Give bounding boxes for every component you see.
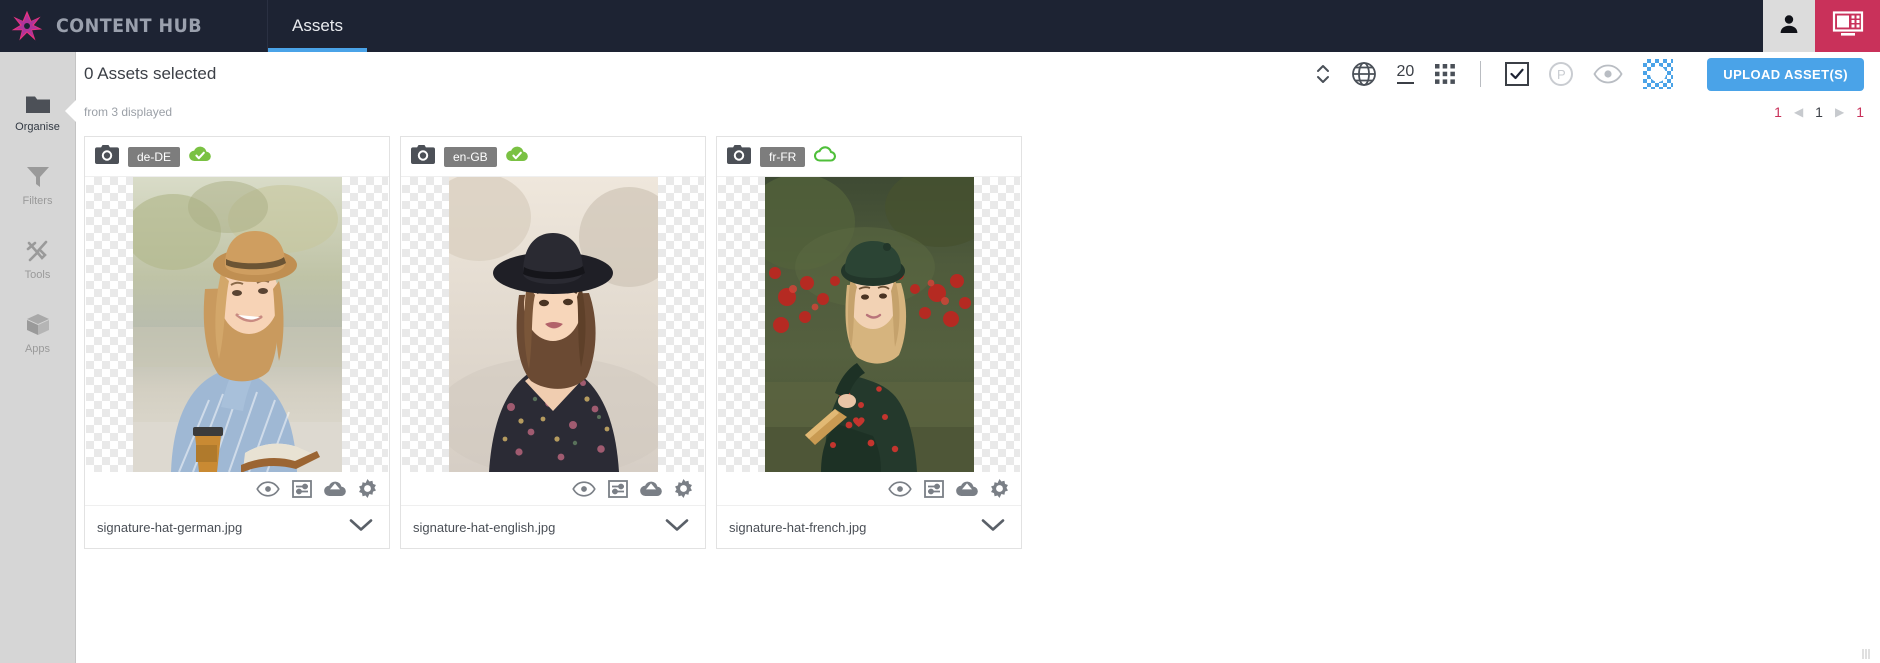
checkbox-checked-icon[interactable] xyxy=(1505,62,1530,86)
cube-box-icon xyxy=(25,311,51,337)
chevron-left-icon[interactable]: ◀ xyxy=(1794,105,1803,119)
eye-icon[interactable] xyxy=(1593,64,1623,84)
brand-area: CONTENT HUB xyxy=(0,0,268,52)
asset-file-name: signature-hat-french.jpg xyxy=(729,519,867,535)
tab-assets[interactable]: Assets xyxy=(268,0,368,52)
language-badge: en-GB xyxy=(444,146,497,167)
pagination-current: 1 xyxy=(1815,104,1823,120)
grid-view-icon[interactable] xyxy=(1434,63,1456,85)
asset-card[interactable]: fr-FR signature-hat-french.jpg xyxy=(716,136,1022,549)
sidebar-item-organise-label: Organise xyxy=(15,121,60,133)
language-badge: fr-FR xyxy=(760,146,806,167)
tab-assets-label: Assets xyxy=(292,16,344,35)
metadata-panel-icon[interactable] xyxy=(924,479,944,498)
asset-thumbnail-image xyxy=(764,177,974,472)
asset-thumbnail-image xyxy=(448,177,658,472)
eye-icon[interactable] xyxy=(888,480,912,497)
asset-thumbnail-image xyxy=(132,177,342,472)
eye-icon[interactable] xyxy=(256,480,280,497)
asset-card-tools xyxy=(717,472,1021,506)
tab-strip: Assets xyxy=(268,0,368,52)
cloud-upload-icon[interactable] xyxy=(956,480,978,497)
asset-card-tools xyxy=(85,472,389,506)
dashboard-button[interactable] xyxy=(1815,0,1880,52)
asset-card-footer: signature-hat-german.jpg xyxy=(85,506,389,548)
globe-icon[interactable] xyxy=(1351,61,1377,87)
asset-thumbnail-area xyxy=(718,177,1020,472)
asset-card-header: en-GB xyxy=(401,137,705,177)
sidebar-item-organise[interactable]: Organise xyxy=(0,74,75,148)
cloud-upload-icon[interactable] xyxy=(324,480,346,497)
folder-icon xyxy=(25,89,51,115)
camera-icon xyxy=(411,144,435,169)
asset-file-name: signature-hat-german.jpg xyxy=(97,519,243,535)
assets-subbar: from 3 displayed 1 ◀ 1 ▶ 1 xyxy=(76,96,1880,128)
user-avatar-button[interactable] xyxy=(1763,0,1815,52)
displayed-count-label: from 3 displayed xyxy=(84,105,173,119)
resize-handle[interactable] xyxy=(1862,649,1874,659)
camera-icon xyxy=(727,144,751,169)
sidebar-item-filters-label: Filters xyxy=(22,195,53,207)
eye-icon[interactable] xyxy=(572,480,596,497)
cloud-check-icon xyxy=(189,146,211,167)
transparency-checker-icon[interactable] xyxy=(1643,59,1674,89)
cloud-upload-icon[interactable] xyxy=(640,480,662,497)
asset-card-footer: signature-hat-french.jpg xyxy=(717,506,1021,548)
gear-icon[interactable] xyxy=(674,479,693,498)
user-avatar-icon xyxy=(1777,12,1801,41)
sort-updown-icon[interactable] xyxy=(1315,61,1331,87)
left-sidebar: Organise Filters Tools Apps xyxy=(0,52,76,663)
metadata-panel-icon[interactable] xyxy=(608,479,628,498)
toolbar-divider xyxy=(1480,61,1482,87)
sidebar-item-apps[interactable]: Apps xyxy=(0,296,75,370)
asset-card-footer: signature-hat-english.jpg xyxy=(401,506,705,548)
sidebar-item-tools[interactable]: Tools xyxy=(0,222,75,296)
asset-file-name: signature-hat-english.jpg xyxy=(413,519,556,535)
funnel-icon xyxy=(25,163,51,189)
cloud-outline-icon xyxy=(814,146,837,167)
asset-card-header: fr-FR xyxy=(717,137,1021,177)
asset-card[interactable]: de-DE signature-hat-german.jpg xyxy=(84,136,390,549)
pagination-last[interactable]: 1 xyxy=(1856,104,1864,120)
asset-thumbnail-area xyxy=(86,177,388,472)
sidebar-item-filters[interactable]: Filters xyxy=(0,148,75,222)
starburst-logo-icon xyxy=(10,9,44,43)
gear-icon[interactable] xyxy=(358,479,377,498)
chevron-down-icon[interactable] xyxy=(981,518,1005,537)
page-size-selector[interactable]: 20 xyxy=(1396,63,1415,84)
assets-toolbar: 0 Assets selected 20 P UPLOAD ASSET(S) xyxy=(76,52,1880,96)
p-circle-icon[interactable]: P xyxy=(1549,62,1574,86)
chevron-right-icon[interactable]: ▶ xyxy=(1835,105,1844,119)
camera-icon xyxy=(95,144,119,169)
main-content: 0 Assets selected 20 P UPLOAD ASSET(S) f… xyxy=(76,52,1880,663)
upload-assets-button[interactable]: UPLOAD ASSET(S) xyxy=(1707,57,1864,91)
gear-icon[interactable] xyxy=(990,479,1009,498)
asset-card[interactable]: en-GB signature-hat-english.jpg xyxy=(400,136,706,549)
asset-grid: de-DE signature-hat-german.jpg en-GB sig… xyxy=(76,128,1880,549)
language-badge: de-DE xyxy=(128,146,181,167)
brand-title: CONTENT HUB xyxy=(56,15,203,37)
sidebar-item-apps-label: Apps xyxy=(24,343,51,355)
chevron-down-icon[interactable] xyxy=(665,518,689,537)
selected-count-label: 0 Assets selected xyxy=(84,64,217,83)
pagination-first[interactable]: 1 xyxy=(1774,104,1782,120)
asset-card-tools xyxy=(401,472,705,506)
dashboard-grid-icon xyxy=(1832,10,1864,42)
chevron-down-icon[interactable] xyxy=(349,518,373,537)
asset-card-header: de-DE xyxy=(85,137,389,177)
sidebar-item-tools-label: Tools xyxy=(24,269,51,281)
toolbar-icon-group: 20 P UPLOAD ASSET(S) xyxy=(1315,57,1864,91)
wrench-hammer-icon xyxy=(25,237,51,263)
top-header-bar: CONTENT HUB Assets xyxy=(0,0,1880,52)
asset-thumbnail-area xyxy=(402,177,704,472)
metadata-panel-icon[interactable] xyxy=(292,479,312,498)
pagination: 1 ◀ 1 ▶ 1 xyxy=(1774,104,1864,120)
cloud-check-icon xyxy=(505,146,528,167)
